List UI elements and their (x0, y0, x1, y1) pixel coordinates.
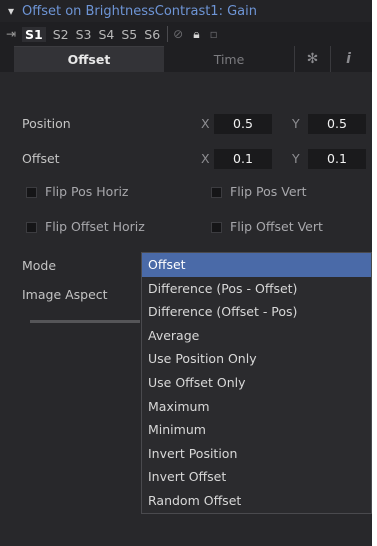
offset-label: Offset (22, 151, 60, 166)
flip-pos-horiz-checkbox[interactable] (26, 187, 37, 198)
version-bar: ⇥ S1 S2 S3 S4 S5 S6 ⊘ 🔒︎ ▫ (0, 22, 372, 46)
tab-time[interactable]: Time (164, 46, 294, 72)
version-button-s1[interactable]: S1 (22, 26, 46, 42)
position-x-input[interactable]: 0.5 (214, 114, 272, 134)
dropdown-option[interactable]: Minimum (142, 418, 371, 442)
dropdown-option[interactable]: Difference (Offset - Pos) (142, 300, 371, 324)
flip-pos-vert-checkbox[interactable] (211, 187, 222, 198)
dropdown-option[interactable]: Maximum (142, 395, 371, 419)
divider (167, 26, 169, 42)
flip-offset-vert-checkbox[interactable] (211, 222, 222, 233)
position-x-label: X (201, 116, 210, 131)
image-aspect-slider[interactable] (30, 320, 140, 323)
position-y-input[interactable]: 0.5 (308, 114, 366, 134)
tab-offset[interactable]: Offset (14, 46, 164, 72)
mode-dropdown-list[interactable]: Offset Difference (Pos - Offset) Differe… (141, 252, 372, 514)
lock-icon[interactable]: 🔒︎ (193, 27, 199, 42)
flip-offset-horiz-label: Flip Offset Horiz (45, 219, 145, 234)
flip-offset-vert-label: Flip Offset Vert (230, 219, 323, 234)
position-y-label: Y (292, 116, 300, 131)
image-aspect-label: Image Aspect (22, 287, 108, 302)
info-icon[interactable]: i (330, 46, 366, 72)
page-margin (372, 0, 377, 546)
pin-icon[interactable]: ⇥ (0, 27, 22, 41)
dropdown-option[interactable]: Random Offset (142, 489, 371, 513)
version-button-s5[interactable]: S5 (121, 27, 137, 42)
reset-icon[interactable]: ▫ (210, 27, 218, 41)
dropdown-option[interactable]: Invert Offset (142, 465, 371, 489)
dropdown-option[interactable]: Average (142, 324, 371, 348)
dropdown-option[interactable]: Use Position Only (142, 347, 371, 371)
offset-x-label: X (201, 151, 210, 166)
tool-title: Offset on BrightnessContrast1: Gain (22, 3, 257, 19)
position-label: Position (22, 116, 71, 131)
version-button-s2[interactable]: S2 (53, 27, 69, 42)
version-button-s6[interactable]: S6 (144, 27, 160, 42)
tool-header[interactable]: ▾ Offset on BrightnessContrast1: Gain (0, 0, 372, 22)
disable-icon[interactable]: ⊘ (173, 27, 183, 41)
offset-y-label: Y (292, 151, 300, 166)
settings-gear-icon[interactable]: ✻ (294, 46, 330, 72)
offset-x-input[interactable]: 0.1 (214, 149, 272, 169)
flip-pos-vert-label: Flip Pos Vert (230, 184, 307, 199)
offset-y-input[interactable]: 0.1 (308, 149, 366, 169)
flip-pos-horiz-label: Flip Pos Horiz (45, 184, 129, 199)
chevron-down-icon[interactable]: ▾ (0, 4, 22, 18)
tab-bar: Offset Time ✻ i (0, 46, 372, 72)
flip-offset-horiz-checkbox[interactable] (26, 222, 37, 233)
dropdown-option[interactable]: Use Offset Only (142, 371, 371, 395)
version-button-s4[interactable]: S4 (98, 27, 114, 42)
dropdown-option[interactable]: Difference (Pos - Offset) (142, 277, 371, 301)
dropdown-option[interactable]: Offset (142, 253, 371, 277)
version-button-s3[interactable]: S3 (76, 27, 92, 42)
dropdown-option[interactable]: Invert Position (142, 442, 371, 466)
inspector-panel: ▾ Offset on BrightnessContrast1: Gain ⇥ … (0, 0, 372, 546)
mode-label: Mode (22, 258, 57, 273)
